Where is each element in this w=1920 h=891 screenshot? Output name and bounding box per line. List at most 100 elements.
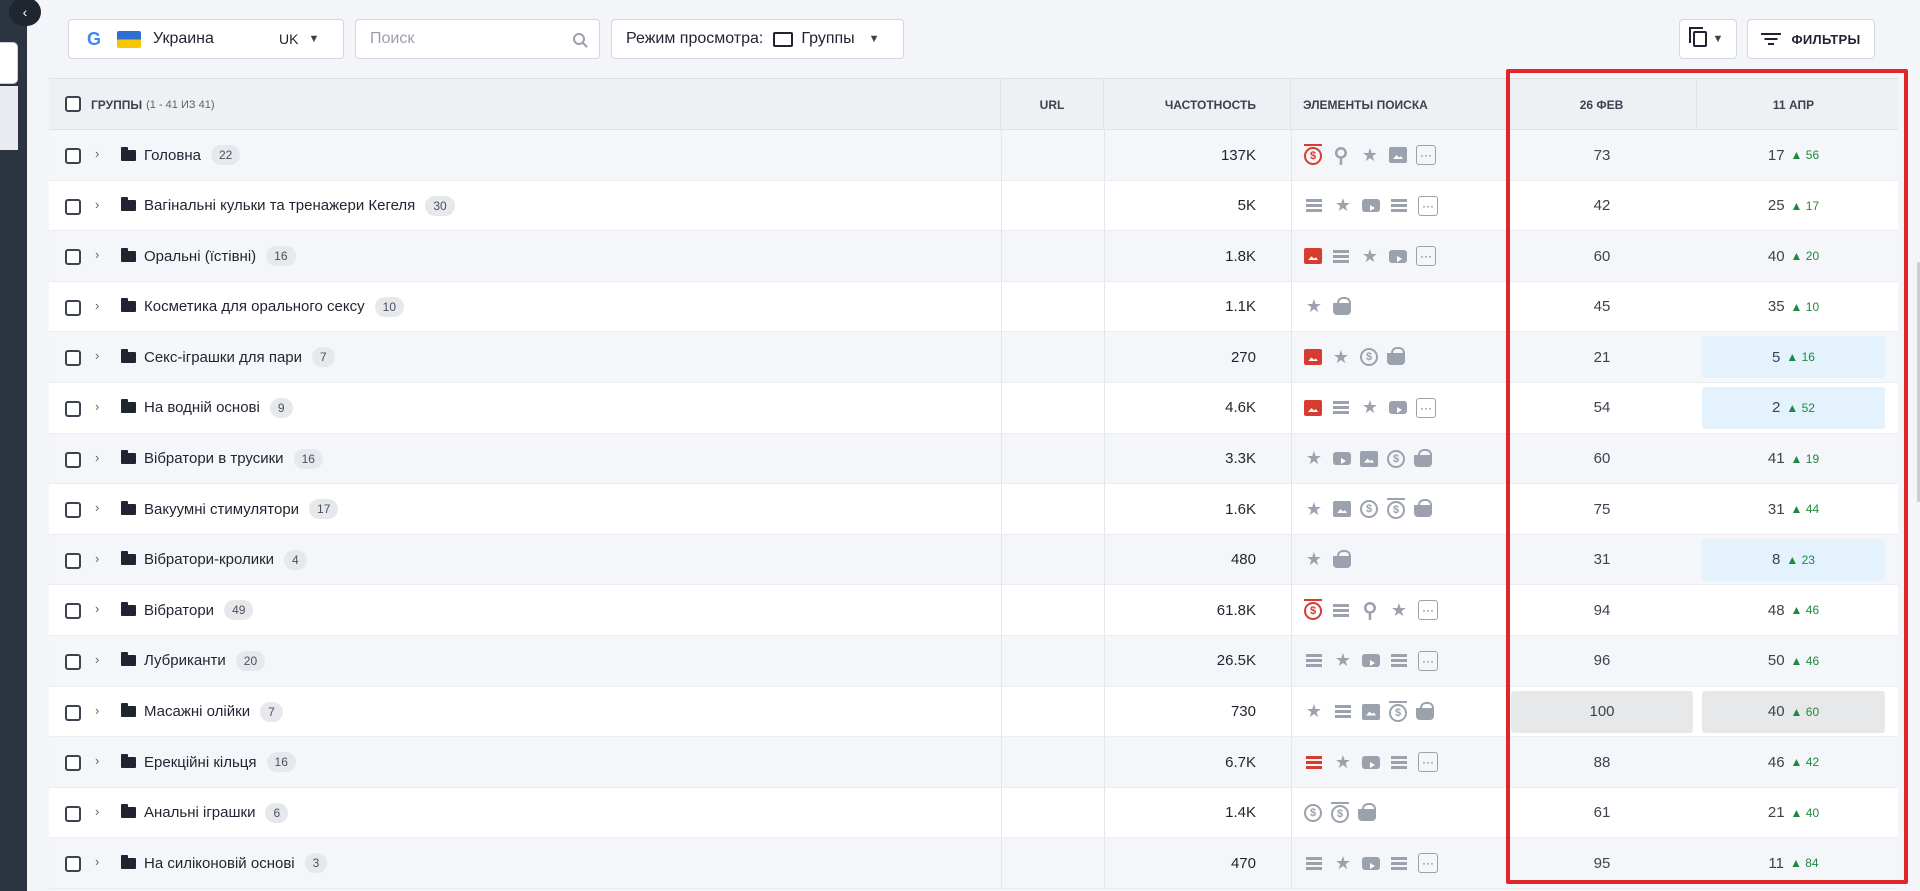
table-header: ГРУППЫ (1 - 41 ИЗ 41) URL ЧАСТОТНОСТЬ ЭЛ… bbox=[49, 78, 1898, 131]
filters-button[interactable]: ФИЛЬТРЫ bbox=[1747, 19, 1875, 59]
group-name[interactable]: Вібратори-кролики bbox=[144, 551, 274, 568]
expand-chevron-icon[interactable]: › bbox=[95, 247, 99, 262]
column-divider bbox=[1291, 433, 1292, 484]
table-row[interactable]: › Головна 22 137K $ ⚲ ★ ··· 73 17 ▲ 56 bbox=[49, 130, 1898, 181]
more-icon[interactable]: ··· bbox=[1418, 752, 1438, 773]
row-checkbox[interactable] bbox=[65, 299, 81, 316]
group-name[interactable]: Вібратори bbox=[144, 602, 214, 619]
group-name[interactable]: На водній основі bbox=[144, 399, 260, 416]
more-icon[interactable]: ··· bbox=[1416, 145, 1436, 165]
column-header-groups[interactable]: ГРУППЫ (1 - 41 ИЗ 41) bbox=[49, 79, 1001, 131]
search-box[interactable] bbox=[355, 19, 600, 59]
view-mode-selector[interactable]: Режим просмотра: Группы ▼ bbox=[611, 19, 904, 59]
table-row[interactable]: › Лубриканти 20 26.5K ★ ··· 96 50 ▲ 46 bbox=[49, 635, 1898, 687]
expand-chevron-icon[interactable]: › bbox=[95, 652, 99, 667]
table-row[interactable]: › Вібратори-кролики 4 480 ★ 31 8 ▲ 23 bbox=[49, 534, 1898, 586]
sidebar-partial-input[interactable] bbox=[0, 42, 18, 84]
copy-button[interactable]: ▼ bbox=[1679, 19, 1737, 59]
group-name[interactable]: Ерекційні кільця bbox=[144, 754, 257, 771]
table-row[interactable]: › Вібратори в трусики 16 3.3K ★ $ 60 41 ▲ … bbox=[49, 433, 1898, 485]
expand-chevron-icon[interactable]: › bbox=[95, 450, 99, 465]
row-checkbox[interactable] bbox=[65, 552, 81, 569]
more-icon[interactable]: ··· bbox=[1418, 600, 1438, 621]
row-checkbox[interactable] bbox=[65, 502, 81, 519]
sidebar-collapse-toggle[interactable]: ‹ bbox=[9, 0, 41, 26]
column-header-url[interactable]: URL bbox=[1001, 79, 1104, 131]
table-row[interactable]: › Секс-іграшки для пари 7 270 ★ $ 21 5 ▲ 1… bbox=[49, 332, 1898, 383]
group-name[interactable]: Масажні олійки bbox=[144, 703, 250, 720]
expand-chevron-icon[interactable]: › bbox=[95, 146, 99, 161]
expand-chevron-icon[interactable]: › bbox=[95, 551, 99, 566]
date-1-position-cell: 100 bbox=[1507, 687, 1697, 737]
select-all-checkbox[interactable] bbox=[65, 96, 81, 112]
group-name[interactable]: Оральні (їстівні) bbox=[144, 248, 256, 265]
group-name[interactable]: Головна bbox=[144, 147, 201, 164]
group-name[interactable]: Вагінальні кульки та тренажери Кегеля bbox=[144, 197, 415, 214]
position-change-value: 44 bbox=[1805, 502, 1820, 517]
table-row[interactable]: › Анальні іграшки 6 1.4K $ $ 61 21 ▲ 40 bbox=[49, 787, 1898, 839]
expand-chevron-icon[interactable]: › bbox=[95, 854, 99, 869]
row-checkbox[interactable] bbox=[65, 148, 81, 164]
table-row[interactable]: › Вібратори 49 61.8K $ ⚲ ★ ··· 94 48 ▲ 46 bbox=[49, 585, 1898, 636]
group-name[interactable]: Косметика для орального сексу bbox=[144, 298, 365, 315]
row-checkbox[interactable] bbox=[65, 400, 81, 417]
row-checkbox[interactable] bbox=[65, 249, 81, 266]
expand-chevron-icon[interactable]: › bbox=[95, 197, 99, 212]
more-icon[interactable]: ··· bbox=[1418, 853, 1438, 874]
group-name[interactable]: На силіконовій основі bbox=[144, 855, 295, 872]
row-checkbox[interactable] bbox=[65, 603, 81, 620]
serp-features-cell: ★ ··· bbox=[1304, 231, 1436, 281]
more-icon[interactable]: ··· bbox=[1418, 195, 1438, 216]
coin-icon: $ bbox=[1360, 348, 1378, 367]
column-header-serp-features[interactable]: ЭЛЕМЕНТЫ ПОИСКА bbox=[1291, 79, 1507, 131]
serp-features-cell: $ ⚲ ★ ··· bbox=[1304, 130, 1436, 180]
table-row[interactable]: › Вакуумні стимулятори 17 1.6K ★ $ $ 75 31… bbox=[49, 484, 1898, 535]
column-divider bbox=[1291, 484, 1292, 535]
column-header-date-2[interactable]: 11 АПР bbox=[1697, 79, 1890, 131]
more-icon[interactable]: ··· bbox=[1418, 650, 1438, 671]
table-row[interactable]: › Косметика для орального сексу 10 1.1K … bbox=[49, 281, 1898, 333]
group-name[interactable]: Анальні іграшки bbox=[144, 804, 255, 821]
column-header-frequency[interactable]: ЧАСТОТНОСТЬ bbox=[1104, 79, 1291, 131]
row-checkbox[interactable] bbox=[65, 350, 81, 367]
row-checkbox[interactable] bbox=[65, 653, 81, 670]
expand-chevron-icon[interactable]: › bbox=[95, 298, 99, 313]
expand-chevron-icon[interactable]: › bbox=[95, 804, 99, 819]
row-checkbox[interactable] bbox=[65, 451, 81, 468]
table-row[interactable]: › Оральні (їстівні) 16 1.8K ★ ··· 60 40 ▲ … bbox=[49, 231, 1898, 282]
table-row[interactable]: › Масажні олійки 7 730 ★ $ 100 40 ▲ 60 bbox=[49, 686, 1898, 738]
expand-chevron-icon[interactable]: › bbox=[95, 753, 99, 768]
expand-chevron-icon[interactable]: › bbox=[95, 601, 99, 616]
more-icon[interactable]: ··· bbox=[1416, 397, 1436, 418]
position-value: 5 bbox=[1772, 348, 1781, 366]
expand-chevron-icon[interactable]: › bbox=[95, 703, 99, 718]
row-checkbox[interactable] bbox=[65, 805, 81, 822]
search-input[interactable] bbox=[370, 30, 560, 48]
row-checkbox[interactable] bbox=[65, 856, 81, 873]
paid-ad-icon: $ bbox=[1304, 599, 1322, 621]
image-icon bbox=[1360, 450, 1378, 467]
column-header-date-1[interactable]: 26 ФЕВ bbox=[1507, 79, 1697, 131]
row-checkbox[interactable] bbox=[65, 704, 81, 721]
row-checkbox[interactable] bbox=[65, 755, 81, 772]
more-icon[interactable]: ··· bbox=[1416, 246, 1436, 267]
expand-chevron-icon[interactable]: › bbox=[95, 500, 99, 515]
column-divider bbox=[1291, 686, 1292, 737]
column-divider bbox=[1001, 484, 1002, 535]
group-name[interactable]: Секс-іграшки для пари bbox=[144, 349, 302, 366]
expand-chevron-icon[interactable]: › bbox=[95, 348, 99, 363]
position-value: 75 bbox=[1593, 500, 1611, 518]
table-row[interactable]: › На водній основі 9 4.6K ★ ··· 54 2 ▲ 52 bbox=[49, 382, 1898, 434]
group-name[interactable]: Вібратори в трусики bbox=[144, 450, 284, 467]
table-row[interactable]: › На силіконовій основі 3 470 ★ ··· 95 11… bbox=[49, 838, 1898, 889]
location-selector[interactable]: G Украина UK ▼ bbox=[68, 19, 344, 59]
column-divider bbox=[1001, 332, 1002, 383]
group-name[interactable]: Вакуумні стимулятори bbox=[144, 501, 299, 518]
date-1-position-cell: 75 bbox=[1507, 484, 1697, 534]
expand-chevron-icon[interactable]: › bbox=[95, 399, 99, 414]
group-name[interactable]: Лубриканти bbox=[144, 652, 226, 669]
text-lines-icon bbox=[1333, 702, 1353, 722]
table-row[interactable]: › Ерекційні кільця 16 6.7K ★ ··· 88 46 ▲ 4… bbox=[49, 737, 1898, 788]
table-row[interactable]: › Вагінальні кульки та тренажери Кегеля … bbox=[49, 180, 1898, 232]
row-checkbox[interactable] bbox=[65, 198, 81, 215]
